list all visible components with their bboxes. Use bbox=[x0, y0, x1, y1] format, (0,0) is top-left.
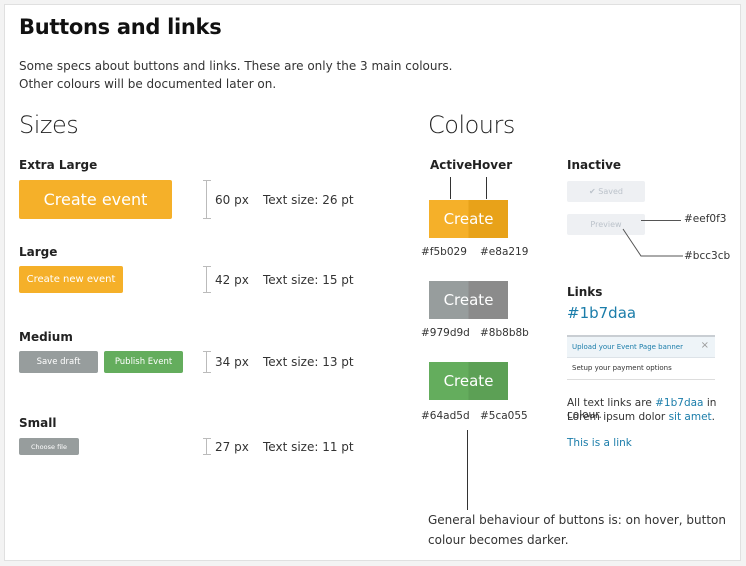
hover-pointer-line bbox=[486, 177, 487, 199]
xl-height-marker bbox=[203, 180, 211, 219]
links-desc-line-2: Lorem ipsum dolor sit amet. bbox=[567, 411, 715, 423]
dropdown-menu-example: Upload your Event Page banner × Setup yo… bbox=[567, 335, 715, 379]
green-create-button[interactable]: Create bbox=[429, 362, 508, 400]
upload-banner-link[interactable]: Upload your Event Page banner bbox=[572, 343, 683, 351]
inactive-text-hex: #bcc3cb bbox=[684, 250, 731, 262]
note-pointer-line bbox=[467, 430, 468, 510]
setup-payment-item[interactable]: Setup your payment options bbox=[572, 364, 672, 372]
inactive-bg-hex: #eef0f3 bbox=[684, 213, 727, 225]
links-heading: Links bbox=[567, 285, 603, 299]
grey-create-button[interactable]: Create bbox=[429, 281, 508, 319]
create-event-xl-button[interactable]: Create event bbox=[19, 180, 172, 219]
example-link[interactable]: This is a link bbox=[567, 437, 632, 449]
orange-active-hex: #f5b029 bbox=[421, 246, 467, 258]
intro-line-1: Some specs about buttons and links. Thes… bbox=[19, 59, 453, 73]
saved-inactive-button: ✔ Saved bbox=[567, 181, 645, 202]
create-new-event-button[interactable]: Create new event bbox=[19, 266, 123, 293]
orange-hover-hex: #e8a219 bbox=[480, 246, 529, 258]
small-text-size: Text size: 11 pt bbox=[263, 440, 354, 454]
page-title: Buttons and links bbox=[19, 15, 222, 39]
note-line-2: colour becomes darker. bbox=[428, 533, 569, 547]
grey-active-hex: #979d9d bbox=[421, 327, 470, 339]
active-pointer-line bbox=[450, 177, 451, 199]
hover-label: Hover bbox=[472, 158, 513, 172]
upload-banner-item[interactable]: Upload your Event Page banner × bbox=[567, 337, 715, 358]
medium-height-marker bbox=[203, 351, 211, 373]
bg-hex-pointer-line bbox=[641, 220, 681, 221]
xl-px: 60 px bbox=[215, 193, 249, 207]
note-line-1: General behaviour of buttons is: on hove… bbox=[428, 513, 727, 527]
text-hex-pointer-line bbox=[622, 228, 683, 257]
medium-text-size: Text size: 13 pt bbox=[263, 355, 354, 369]
orange-create-button[interactable]: Create bbox=[429, 200, 508, 238]
small-label: Small bbox=[19, 416, 57, 430]
active-label: Active bbox=[430, 158, 473, 172]
large-label: Large bbox=[19, 245, 58, 259]
green-active-hex: #64ad5d bbox=[421, 410, 470, 422]
choose-file-button[interactable]: Choose file bbox=[19, 438, 79, 455]
spec-card: Buttons and links Some specs about butto… bbox=[4, 4, 741, 561]
large-text-size: Text size: 15 pt bbox=[263, 273, 354, 287]
small-height-marker bbox=[203, 438, 211, 455]
sit-amet-link[interactable]: sit amet bbox=[669, 411, 712, 423]
medium-px: 34 px bbox=[215, 355, 249, 369]
green-hover-hex: #5ca055 bbox=[480, 410, 528, 422]
save-draft-button[interactable]: Save draft bbox=[19, 351, 98, 373]
grey-hover-hex: #8b8b8b bbox=[480, 327, 529, 339]
inline-hex-link: #1b7daa bbox=[655, 397, 704, 409]
large-height-marker bbox=[203, 266, 211, 293]
xl-text-size: Text size: 26 pt bbox=[263, 193, 354, 207]
close-icon[interactable]: × bbox=[701, 340, 709, 351]
publish-event-button[interactable]: Publish Event bbox=[104, 351, 183, 373]
colours-heading: Colours bbox=[428, 111, 515, 139]
divider bbox=[567, 379, 715, 380]
medium-label: Medium bbox=[19, 330, 73, 344]
intro-line-2: Other colours will be documented later o… bbox=[19, 77, 277, 91]
links-color-hex: #1b7daa bbox=[567, 304, 637, 322]
inactive-heading: Inactive bbox=[567, 158, 622, 172]
sizes-heading: Sizes bbox=[19, 111, 79, 139]
small-px: 27 px bbox=[215, 440, 249, 454]
xl-label: Extra Large bbox=[19, 158, 98, 172]
large-px: 42 px bbox=[215, 273, 249, 287]
